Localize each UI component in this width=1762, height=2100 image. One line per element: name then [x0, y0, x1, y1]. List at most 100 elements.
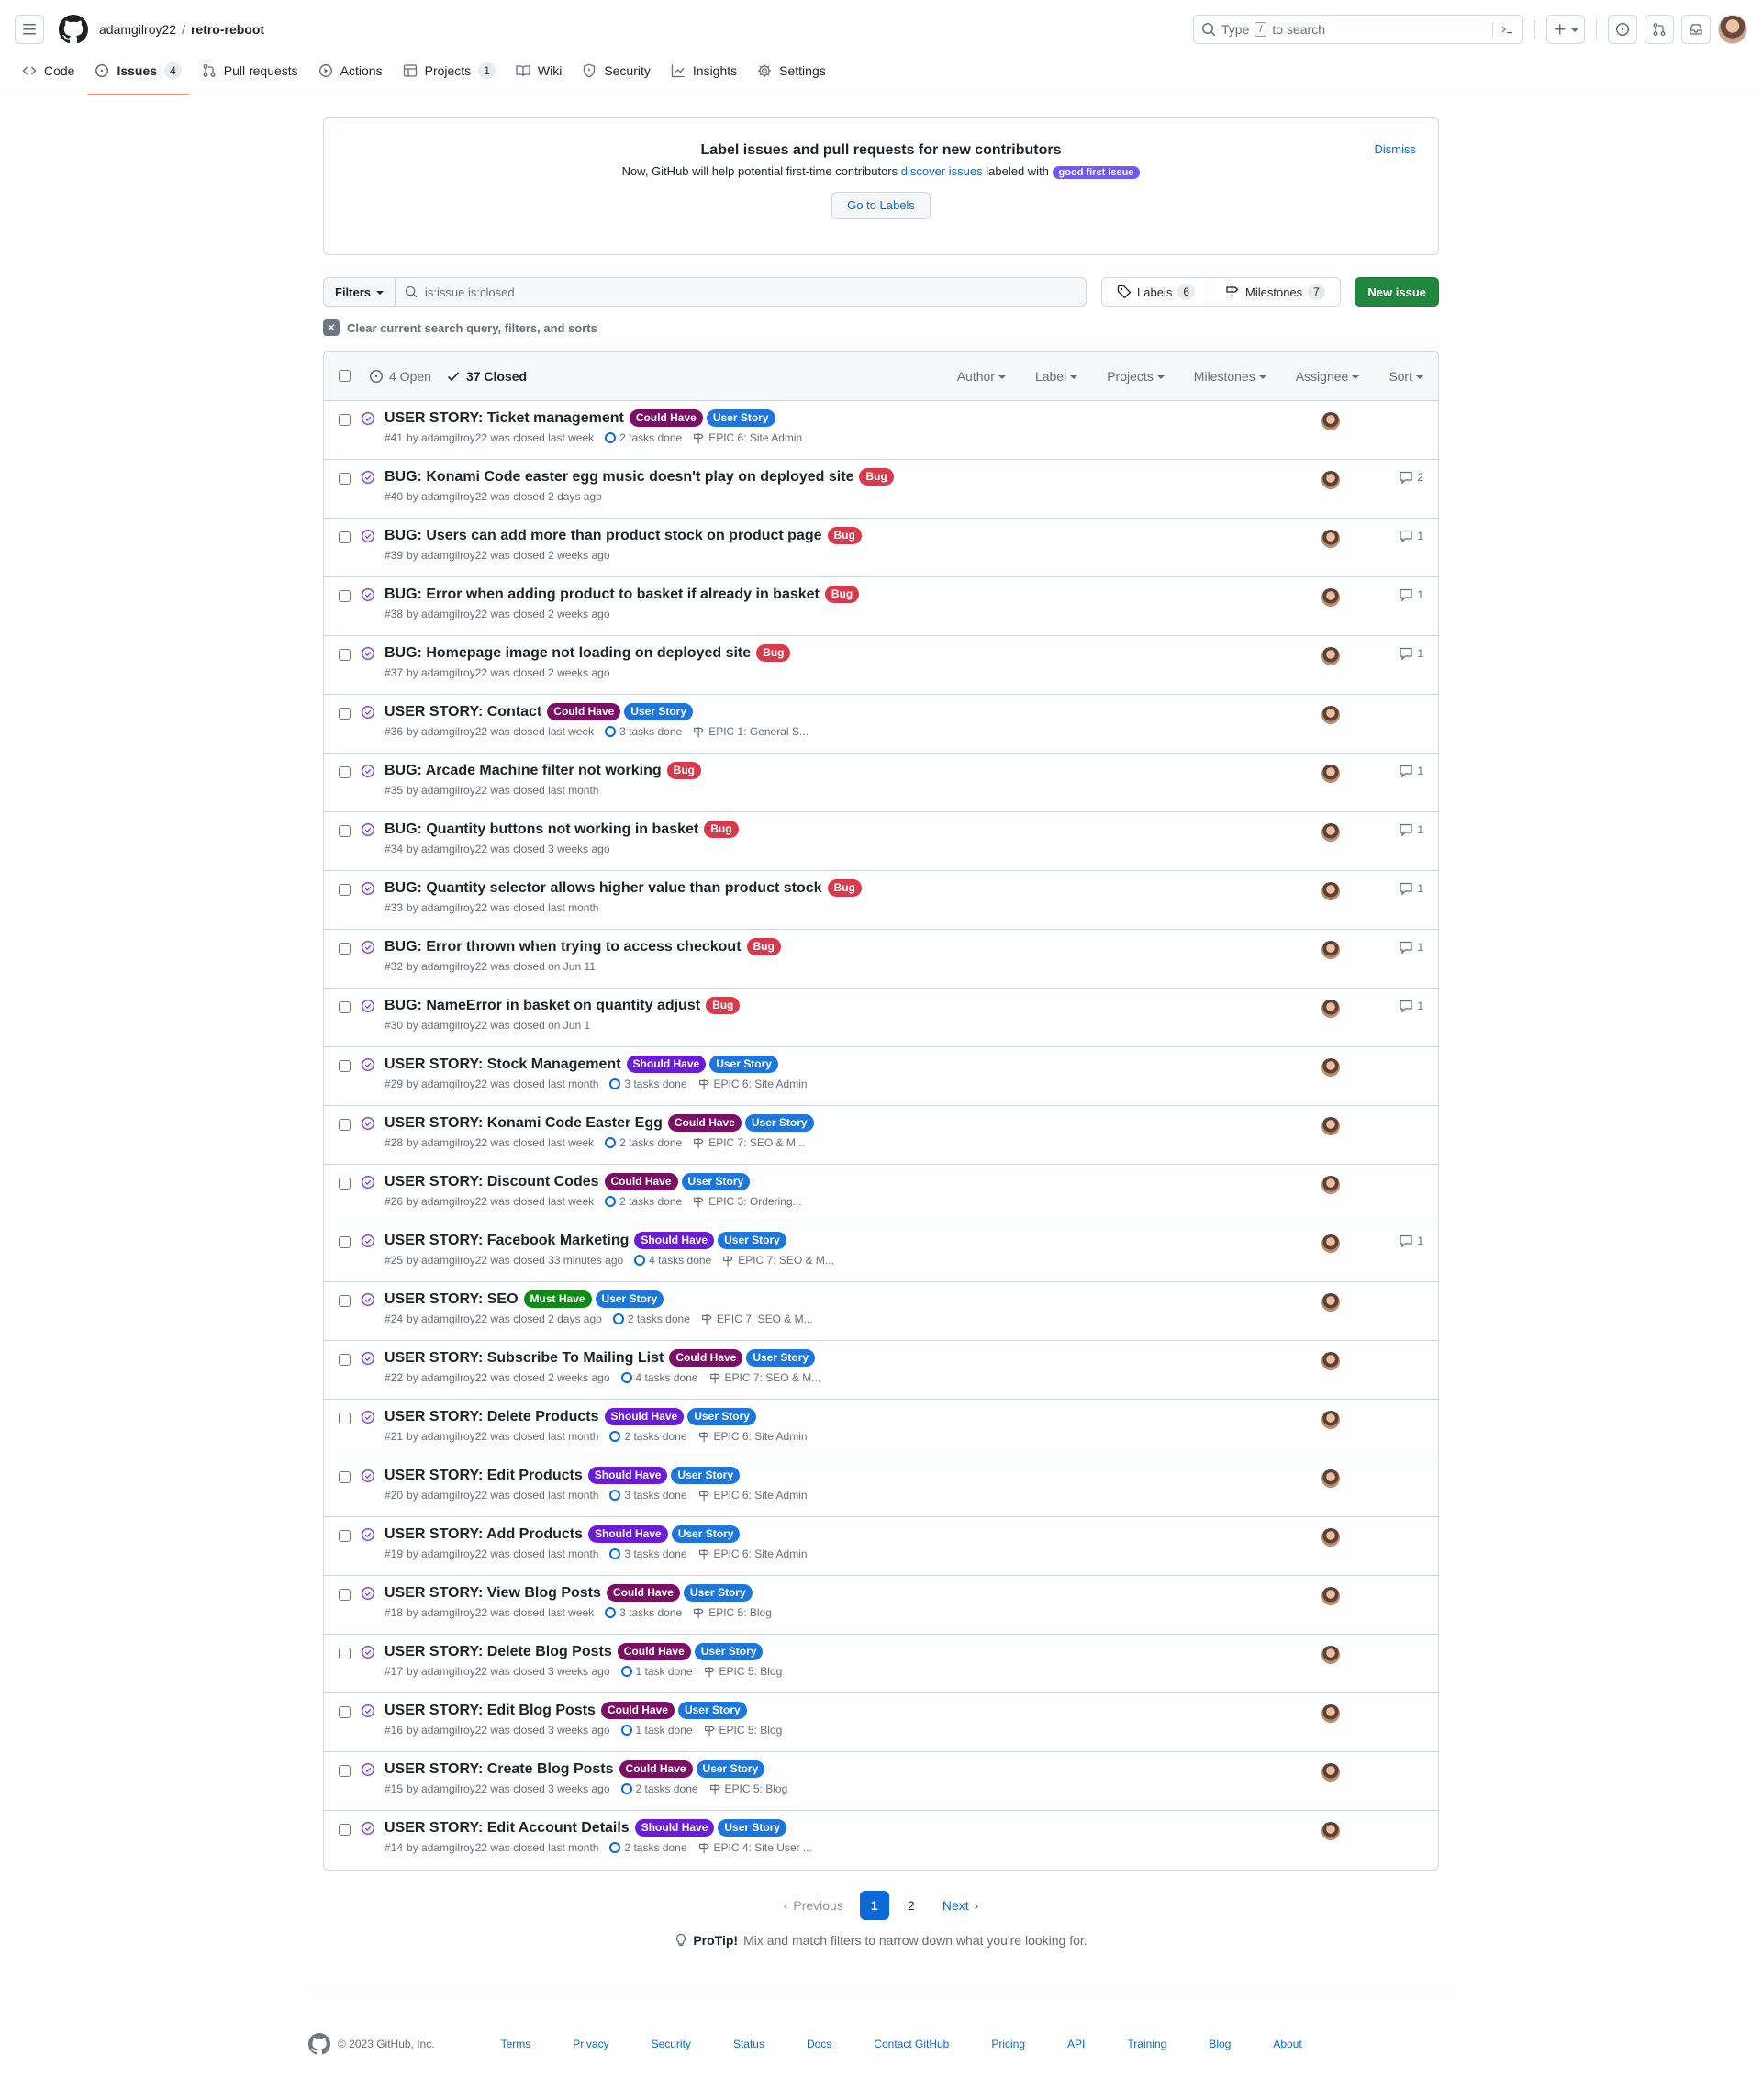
- assignee-avatar[interactable]: [1322, 1704, 1340, 1723]
- comments-link[interactable]: 1: [1399, 587, 1423, 602]
- issue-row[interactable]: BUG: Error thrown when trying to access …: [324, 930, 1438, 989]
- issue-label[interactable]: Should Have: [634, 1819, 715, 1837]
- issue-title-link[interactable]: USER STORY: Edit Account Details: [385, 1820, 630, 1837]
- issue-label[interactable]: Could Have: [617, 1643, 691, 1660]
- issue-row[interactable]: USER STORY: Ticket management Could Have…: [324, 401, 1438, 460]
- issue-row[interactable]: BUG: Error when adding product to basket…: [324, 577, 1438, 636]
- issue-label[interactable]: User Story: [681, 1173, 751, 1190]
- issue-label[interactable]: Bug: [706, 997, 741, 1014]
- issue-checkbox[interactable]: [339, 708, 351, 720]
- issue-title-link[interactable]: USER STORY: Edit Products: [385, 1468, 583, 1484]
- issue-label[interactable]: User Story: [671, 1467, 741, 1484]
- footer-link[interactable]: Blog: [1209, 2038, 1231, 2050]
- filters-dropdown[interactable]: Filters: [323, 277, 396, 307]
- issue-label[interactable]: Could Have: [600, 1702, 675, 1719]
- issue-row[interactable]: USER STORY: Delete Products Should Have U…: [324, 1400, 1438, 1458]
- assignee-avatar[interactable]: [1322, 1176, 1340, 1194]
- issue-label[interactable]: User Story: [709, 1056, 778, 1073]
- sort-filter[interactable]: Sort: [1388, 369, 1423, 384]
- issue-label[interactable]: Should Have: [604, 1408, 685, 1425]
- menu-button[interactable]: [15, 15, 44, 44]
- comments-link[interactable]: 1: [1399, 822, 1423, 837]
- assignee-avatar[interactable]: [1322, 530, 1340, 548]
- repo-name-link[interactable]: retro-reboot: [191, 22, 264, 37]
- comments-link[interactable]: 1: [1399, 940, 1423, 955]
- user-avatar[interactable]: [1718, 15, 1747, 44]
- issues-button[interactable]: [1608, 15, 1637, 44]
- previous-page-button[interactable]: ‹ Previous: [775, 1891, 853, 1920]
- issue-row[interactable]: USER STORY: Edit Account Details Should …: [324, 1811, 1438, 1870]
- issue-title-link[interactable]: USER STORY: Delete Blog Posts: [385, 1644, 612, 1660]
- issue-row[interactable]: USER STORY: Add Products Should Have User…: [324, 1517, 1438, 1576]
- github-mark-icon[interactable]: [308, 2033, 330, 2055]
- milestone-link[interactable]: EPIC 7: SEO & M...: [701, 1312, 813, 1325]
- issue-checkbox[interactable]: [339, 473, 351, 485]
- issue-row[interactable]: USER STORY: Contact Could Have User Story…: [324, 695, 1438, 754]
- issue-checkbox[interactable]: [339, 1648, 351, 1659]
- milestone-link[interactable]: EPIC 6: Site Admin: [698, 1078, 808, 1090]
- issue-checkbox[interactable]: [339, 1001, 351, 1013]
- labels-button[interactable]: Labels 6: [1102, 278, 1210, 306]
- issue-label[interactable]: Could Have: [669, 1349, 743, 1367]
- issue-checkbox[interactable]: [339, 1471, 351, 1483]
- comments-link[interactable]: 1: [1399, 1234, 1423, 1248]
- footer-link[interactable]: Training: [1127, 2038, 1166, 2050]
- discover-issues-link[interactable]: discover issues: [901, 164, 983, 178]
- issue-row[interactable]: USER STORY: Create Blog Posts Could Have…: [324, 1752, 1438, 1811]
- issue-label[interactable]: User Story: [683, 1584, 753, 1602]
- issue-row[interactable]: USER STORY: View Blog Posts Could Have Us…: [324, 1576, 1438, 1635]
- tab-wiki[interactable]: Wiki: [508, 58, 569, 95]
- assignee-avatar[interactable]: [1322, 1587, 1340, 1605]
- issue-label[interactable]: User Story: [624, 703, 693, 720]
- comments-link[interactable]: 1: [1399, 881, 1423, 896]
- issue-label[interactable]: Could Have: [604, 1173, 678, 1190]
- issue-label[interactable]: Should Have: [626, 1056, 707, 1073]
- comments-link[interactable]: 1: [1399, 764, 1423, 778]
- issue-title-link[interactable]: USER STORY: Ticket management: [385, 410, 624, 427]
- assignee-avatar[interactable]: [1322, 1000, 1340, 1018]
- assignee-avatar[interactable]: [1322, 765, 1340, 783]
- footer-link[interactable]: Docs: [807, 2038, 831, 2050]
- milestone-link[interactable]: EPIC 5: Blog: [704, 1665, 782, 1678]
- issue-title-link[interactable]: BUG: Error thrown when trying to access …: [385, 939, 742, 955]
- issue-title-link[interactable]: BUG: Quantity buttons not working in bas…: [385, 821, 698, 838]
- issue-row[interactable]: BUG: Homepage image not loading on deplo…: [324, 636, 1438, 695]
- issue-label[interactable]: Could Have: [619, 1760, 693, 1778]
- assignee-avatar[interactable]: [1322, 412, 1340, 430]
- milestone-link[interactable]: EPIC 5: Blog: [709, 1782, 787, 1795]
- projects-filter[interactable]: Projects: [1107, 369, 1165, 384]
- issue-checkbox[interactable]: [339, 1530, 351, 1542]
- comments-link[interactable]: 1: [1399, 646, 1423, 661]
- footer-link[interactable]: Status: [733, 2038, 764, 2050]
- footer-link[interactable]: Contact GitHub: [874, 2038, 949, 2050]
- assignee-avatar[interactable]: [1322, 1763, 1340, 1782]
- issue-title-link[interactable]: USER STORY: Contact: [385, 704, 541, 720]
- tab-insights[interactable]: Insights: [664, 58, 744, 95]
- issue-label[interactable]: User Story: [706, 409, 775, 427]
- issue-checkbox[interactable]: [339, 1824, 351, 1836]
- issue-checkbox[interactable]: [339, 649, 351, 661]
- next-page-button[interactable]: Next ›: [933, 1891, 987, 1920]
- issue-row[interactable]: USER STORY: Delete Blog Posts Could Have…: [324, 1635, 1438, 1693]
- tab-code[interactable]: Code: [15, 58, 82, 95]
- issue-title-link[interactable]: BUG: Arcade Machine filter not working: [385, 763, 662, 779]
- issue-row[interactable]: USER STORY: Konami Code Easter Egg Could…: [324, 1106, 1438, 1165]
- issue-checkbox[interactable]: [339, 884, 351, 896]
- issue-title-link[interactable]: USER STORY: Discount Codes: [385, 1174, 599, 1190]
- assignee-avatar[interactable]: [1322, 882, 1340, 900]
- open-issues-link[interactable]: 4 Open: [369, 369, 431, 384]
- issue-row[interactable]: BUG: NameError in basket on quantity adj…: [324, 989, 1438, 1047]
- issue-checkbox[interactable]: [339, 1413, 351, 1424]
- issue-label[interactable]: User Story: [718, 1819, 787, 1837]
- tab-projects[interactable]: Projects 1: [396, 58, 503, 95]
- issue-checkbox[interactable]: [339, 1706, 351, 1718]
- comments-link[interactable]: 2: [1399, 470, 1423, 485]
- issue-checkbox[interactable]: [339, 414, 351, 426]
- issue-checkbox[interactable]: [339, 1354, 351, 1366]
- issue-checkbox[interactable]: [339, 1178, 351, 1190]
- command-palette-button[interactable]: [1492, 22, 1515, 37]
- milestone-link[interactable]: EPIC 3: Ordering...: [693, 1195, 802, 1208]
- issue-row[interactable]: USER STORY: Facebook Marketing Should Ha…: [324, 1223, 1438, 1282]
- issue-label[interactable]: Could Have: [547, 703, 621, 720]
- assignee-avatar[interactable]: [1322, 1058, 1340, 1077]
